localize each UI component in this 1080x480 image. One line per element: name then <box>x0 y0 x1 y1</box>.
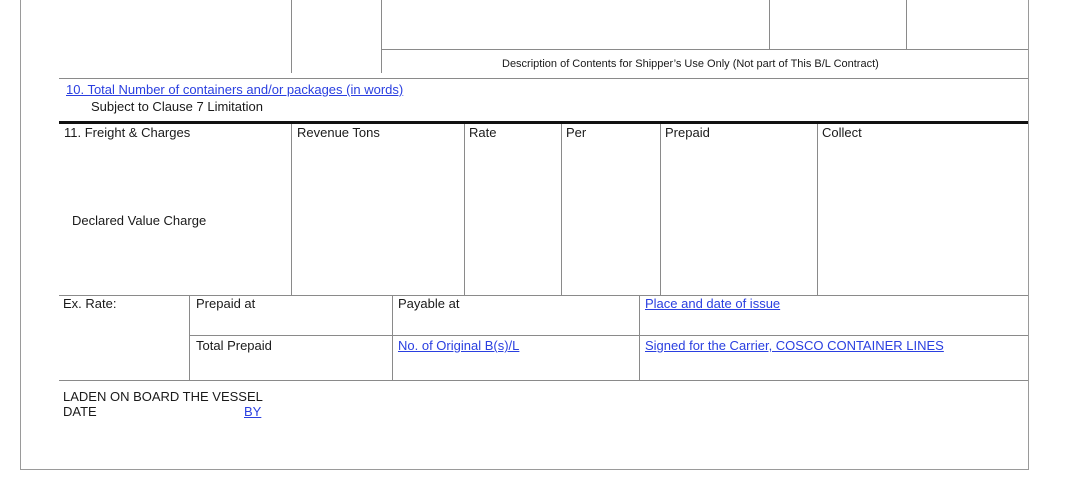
laden-by-link[interactable]: BY <box>244 404 261 419</box>
payment-col-divider-3 <box>639 295 640 380</box>
freight-col-divider-3 <box>561 124 562 295</box>
collect-header: Collect <box>822 125 862 140</box>
prepaid-at-label: Prepaid at <box>196 296 256 311</box>
laden-date-label: DATE <box>63 404 97 419</box>
laden-on-board-title: LADEN ON BOARD THE VESSEL <box>63 389 263 404</box>
freight-heavy-rule <box>59 121 1028 124</box>
freight-col-divider-2 <box>464 124 465 295</box>
top-col-divider-3 <box>769 0 770 49</box>
description-rule <box>381 49 1028 50</box>
place-date-issue-link[interactable]: Place and date of issue <box>645 296 780 311</box>
section10-top-rule <box>59 78 1028 79</box>
signed-for-carrier-link[interactable]: Signed for the Carrier, COSCO CONTAINER … <box>645 338 944 353</box>
top-col-divider-2 <box>381 0 382 73</box>
freight-col-divider-4 <box>660 124 661 295</box>
description-note: Description of Contents for Shipper’s Us… <box>502 58 879 70</box>
clause-7-limitation-label: Subject to Clause 7 Limitation <box>91 99 263 114</box>
freight-charges-header: 11. Freight & Charges <box>64 125 191 140</box>
total-prepaid-label: Total Prepaid <box>196 338 272 353</box>
prepaid-header: Prepaid <box>665 125 710 140</box>
payment-col-divider-2 <box>392 295 393 380</box>
payment-col-divider-1 <box>189 295 190 380</box>
declared-value-charge-label: Declared Value Charge <box>72 213 207 228</box>
ex-rate-label: Ex. Rate: <box>63 296 117 311</box>
payment-mid-rule <box>189 335 1028 336</box>
total-containers-link[interactable]: 10. Total Number of containers and/or pa… <box>66 82 403 97</box>
top-col-divider-4 <box>906 0 907 49</box>
freight-col-divider-5 <box>817 124 818 295</box>
freight-col-divider-1 <box>291 124 292 295</box>
rate-header: Rate <box>469 125 497 140</box>
no-original-bl-link[interactable]: No. of Original B(s)/L <box>398 338 519 353</box>
payment-bottom-rule <box>59 380 1028 381</box>
revenue-tons-header: Revenue Tons <box>297 125 380 140</box>
top-col-divider-1 <box>291 0 292 73</box>
per-header: Per <box>566 125 587 140</box>
payable-at-label: Payable at <box>398 296 460 311</box>
